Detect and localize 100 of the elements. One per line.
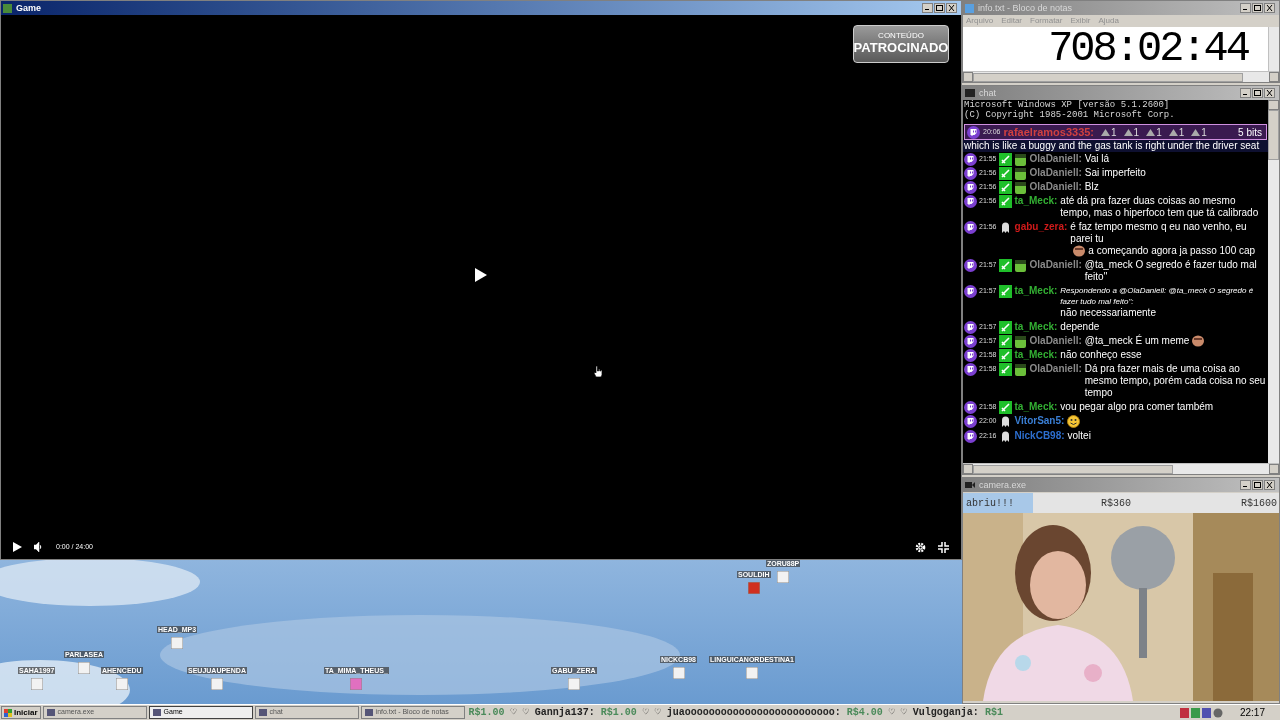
volume-icon[interactable]	[34, 542, 44, 552]
window-title: info.txt - Bloco de notas	[978, 3, 1073, 13]
close-icon	[948, 5, 955, 11]
sword-badge-icon	[998, 334, 1012, 348]
console-icon	[965, 89, 975, 97]
maximize-button[interactable]	[1252, 88, 1263, 98]
heart-text: ♡	[654, 706, 661, 720]
avatar-badge-icon	[1013, 166, 1027, 180]
horizontal-scrollbar[interactable]	[963, 71, 1279, 82]
avatar-badge-icon	[1013, 334, 1027, 348]
sword-badge-icon	[998, 320, 1012, 334]
donor-name: Vulgoganja:	[912, 706, 979, 720]
sword-badge-icon	[998, 258, 1012, 272]
chat-message-text: which is like a buggy and the gas tank is right under the driver seat	[964, 140, 1261, 152]
maximize-button[interactable]	[934, 3, 945, 13]
donation-amount: R$4.00	[846, 706, 883, 720]
close-icon	[1266, 90, 1273, 96]
message-text: Vai lá	[1084, 153, 1110, 165]
message-text: vou pegar algo pra comer também	[1060, 401, 1214, 413]
twitch-icon	[964, 152, 977, 166]
username: ta_Meck:	[1014, 349, 1058, 361]
twitch-icon	[964, 334, 977, 348]
vertical-scrollbar[interactable]	[1268, 27, 1279, 71]
twitch-icon	[964, 320, 977, 334]
minimize-button[interactable]	[1240, 3, 1251, 13]
horizontal-scrollbar[interactable]	[963, 463, 1279, 474]
heart-text: ♡	[642, 706, 649, 720]
donation-amount: R$1.00	[468, 706, 505, 720]
maximize-icon	[1254, 5, 1261, 11]
cheer-count: 1	[1111, 125, 1117, 140]
twitch-icon	[967, 125, 980, 139]
play-icon[interactable]	[13, 542, 22, 552]
username: OlaDaniell:	[1029, 335, 1082, 347]
play-icon[interactable]	[474, 267, 488, 283]
character-sprite	[350, 678, 363, 690]
twitch-icon	[964, 414, 977, 428]
cheer-icon	[1168, 128, 1178, 136]
username: NickCB98:	[1014, 430, 1065, 442]
message-text: Blz	[1084, 181, 1099, 193]
maximize-button[interactable]	[1252, 480, 1263, 490]
cheer-icon	[1146, 128, 1156, 136]
timer-text: 708:02:44	[1048, 28, 1248, 70]
avatar-badge-icon	[1013, 152, 1027, 166]
clock: 22:17	[1238, 706, 1266, 720]
message-text: depende	[1060, 321, 1100, 333]
message-text: Dá pra fazer mais de uma coisa ao mesmo tempo, porém cada coisa no seu tempo	[1084, 363, 1267, 399]
message-text: @ta_meck O segredo é fazer tudo mal feito"	[1084, 259, 1258, 283]
sword-badge-icon	[998, 284, 1012, 298]
cheer-icon	[1101, 128, 1111, 136]
start-button[interactable]: Iniciar	[1, 706, 41, 719]
character-sprite	[746, 667, 758, 679]
cheer-count: 1	[1178, 125, 1185, 140]
sword-badge-icon	[998, 194, 1012, 208]
twitch-icon	[964, 258, 977, 272]
windows-logo-icon	[4, 708, 12, 717]
window-icon	[152, 709, 161, 716]
username: OlaDaniell:	[1029, 259, 1082, 271]
minimize-button[interactable]	[1240, 88, 1251, 98]
cheer-icon	[1123, 128, 1133, 136]
tray-icons-drawing	[1179, 707, 1224, 718]
window-icon	[364, 709, 373, 716]
window-title: chat	[979, 88, 996, 98]
username: ta_Meck:	[1014, 401, 1058, 413]
badge-label: PATROCINADO	[853, 39, 949, 57]
character-sprite	[777, 571, 790, 583]
close-button[interactable]	[1264, 88, 1275, 98]
avatar-badge-icon	[1013, 258, 1027, 272]
close-button[interactable]	[1264, 3, 1275, 13]
username: ta_Meck:	[1014, 285, 1058, 297]
minimize-button[interactable]	[1240, 480, 1251, 490]
sword-badge-icon	[998, 348, 1012, 362]
close-button[interactable]	[1264, 480, 1275, 490]
twitch-icon	[964, 400, 977, 414]
username: ta_Meck:	[1014, 195, 1058, 207]
console-line: Microsoft Windows XP [versão 5.1.2600]	[963, 100, 1171, 110]
cheer-count: 1	[1133, 125, 1140, 140]
hand-cursor-icon	[593, 365, 603, 378]
avatar-badge-icon	[1013, 180, 1027, 194]
username: OlaDaniell:	[1029, 181, 1082, 193]
donation-amount: R$1.00	[600, 706, 637, 720]
heart-text: ♡	[888, 706, 895, 720]
exit-fullscreen-icon[interactable]	[938, 541, 949, 553]
settings-icon[interactable]	[915, 541, 926, 553]
cheer-icon	[1191, 128, 1201, 136]
camera-icon	[965, 481, 975, 489]
sword-badge-icon	[998, 362, 1012, 376]
username: OlaDaniell:	[1029, 167, 1082, 179]
message-text: Sai imperfeito	[1084, 167, 1146, 179]
bits-total: 5 bits	[1238, 125, 1263, 140]
maximize-button[interactable]	[1252, 3, 1263, 13]
cheer-count: 1	[1201, 125, 1207, 140]
goal-item: R$360	[1100, 496, 1132, 511]
sword-badge-icon	[998, 152, 1012, 166]
vertical-scrollbar[interactable]	[1268, 100, 1279, 463]
sword-badge-icon	[998, 400, 1012, 414]
close-button[interactable]	[946, 3, 957, 13]
heart-text: ♡	[510, 706, 517, 720]
maximize-icon	[1254, 482, 1261, 488]
badge-label: CONTEÚDO	[878, 31, 924, 40]
minimize-button[interactable]	[922, 3, 933, 13]
